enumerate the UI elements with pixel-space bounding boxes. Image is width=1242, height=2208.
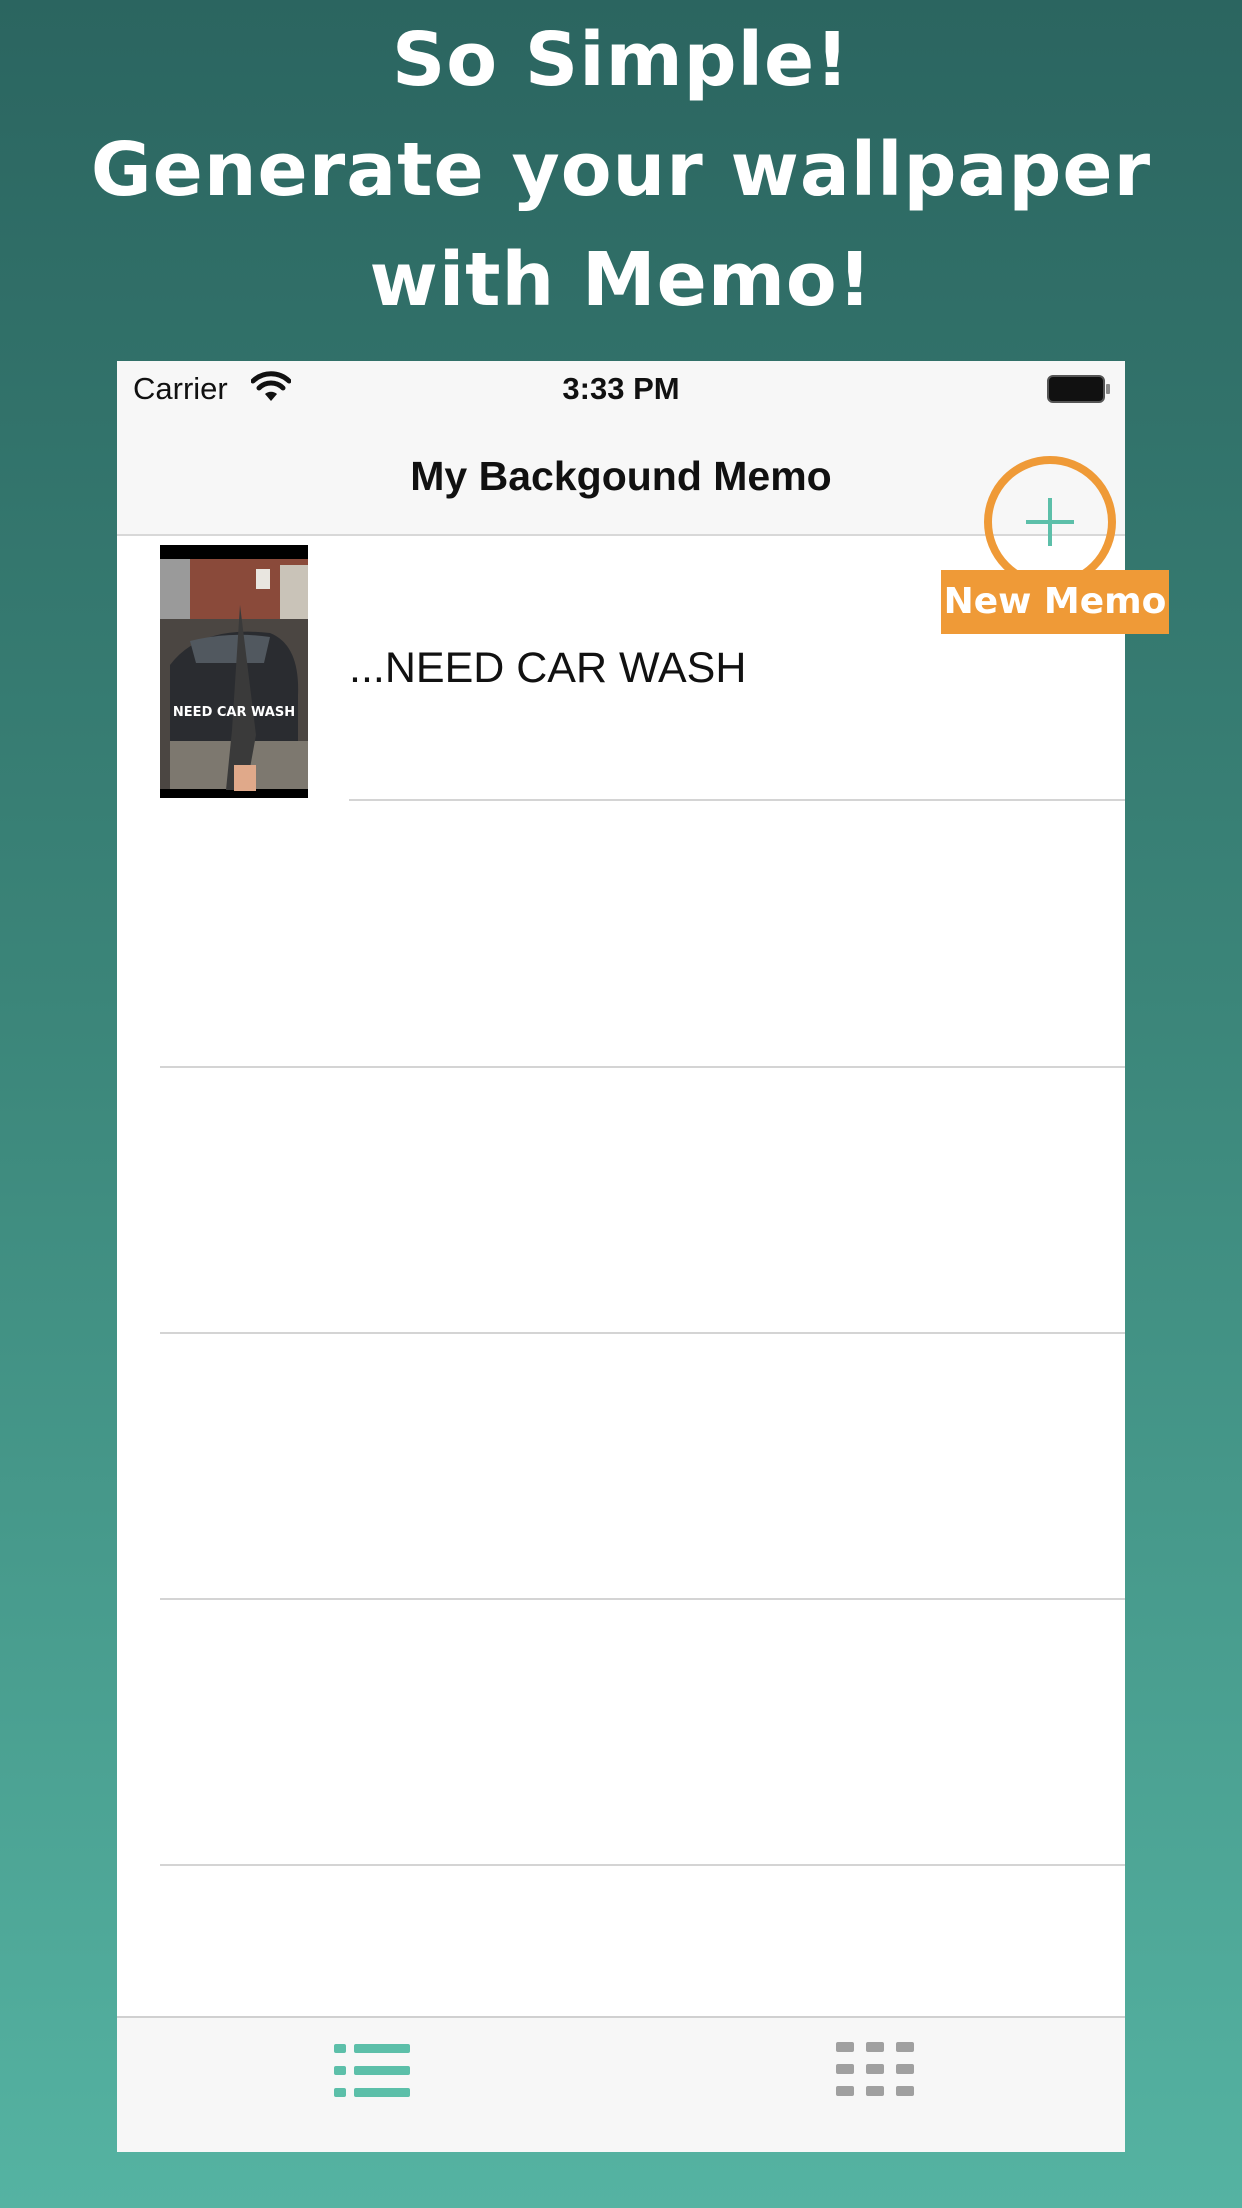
headline-line-2: Generate your wallpaper: [90, 127, 1152, 213]
status-time: 3:33 PM: [562, 371, 680, 406]
empty-row: [117, 1335, 1125, 1600]
status-bar: Carrier 3:33 PM: [117, 361, 1125, 421]
new-memo-callout: New Memo: [941, 570, 1169, 634]
page-title: My Backgound Memo: [410, 453, 832, 499]
tab-bar: [117, 2016, 1125, 2152]
headline-line-3: with Memo!: [369, 237, 873, 323]
thumbnail-caption: NEED CAR WASH: [172, 705, 296, 720]
battery-icon: [1047, 375, 1111, 403]
row-divider: [160, 1332, 1125, 1334]
grid-icon: [836, 2042, 914, 2096]
row-divider: [349, 799, 1125, 801]
empty-row: [117, 1069, 1125, 1334]
row-divider: [160, 1598, 1125, 1600]
row-divider: [160, 1066, 1125, 1068]
empty-row: [117, 1601, 1125, 1866]
tab-grid[interactable]: [832, 2036, 922, 2106]
row-divider: [160, 1864, 1125, 1866]
empty-row: [117, 803, 1125, 1068]
memo-thumbnail[interactable]: NEED CAR WASH: [160, 545, 308, 798]
headline-line-1: So Simple!: [392, 17, 850, 103]
list-icon: [334, 2044, 410, 2097]
memo-text: ...NEED CAR WASH: [349, 644, 747, 692]
navigation-bar: My Backgound Memo: [117, 421, 1125, 588]
tab-list[interactable]: [330, 2036, 420, 2106]
